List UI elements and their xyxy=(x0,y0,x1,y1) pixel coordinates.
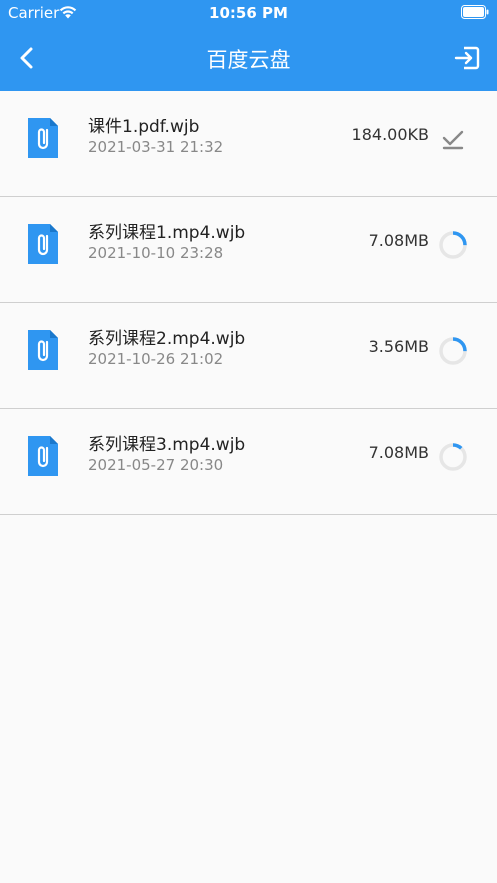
file-row[interactable]: 系列课程1.mp4.wjb 2021-10-10 23:28 7.08MB xyxy=(0,197,497,303)
file-size: 3.56MB xyxy=(368,337,429,356)
file-size: 184.00KB xyxy=(351,125,429,144)
file-attachment-icon xyxy=(28,330,58,370)
progress-spinner-icon xyxy=(439,443,467,471)
file-row[interactable]: 系列课程2.mp4.wjb 2021-10-26 21:02 3.56MB xyxy=(0,303,497,409)
file-name: 系列课程1.mp4.wjb xyxy=(88,223,246,243)
navigation-bar: 百度云盘 xyxy=(0,26,497,91)
app-header: Carrier 10:56 PM 百度云盘 xyxy=(0,0,497,91)
file-name: 系列课程3.mp4.wjb xyxy=(88,435,246,455)
exit-button[interactable] xyxy=(451,42,483,74)
file-size: 7.08MB xyxy=(368,231,429,250)
file-name: 系列课程2.mp4.wjb xyxy=(88,329,246,349)
file-list: 课件1.pdf.wjb 2021-03-31 21:32 184.00KB 系列… xyxy=(0,91,497,515)
file-attachment-icon xyxy=(28,118,58,158)
page-title: 百度云盘 xyxy=(206,48,291,72)
battery-icon xyxy=(461,5,489,19)
checkmark-icon xyxy=(442,130,464,150)
file-date: 2021-10-10 23:28 xyxy=(88,244,224,262)
file-date: 2021-05-27 20:30 xyxy=(88,456,224,474)
file-row[interactable]: 系列课程3.mp4.wjb 2021-05-27 20:30 7.08MB xyxy=(0,409,497,515)
status-bar: Carrier 10:56 PM xyxy=(0,0,497,26)
progress-spinner-icon xyxy=(439,337,467,365)
app-root: Carrier 10:56 PM 百度云盘 课件1.pdf.wjb 2021-0… xyxy=(0,0,497,883)
file-attachment-icon xyxy=(28,224,58,264)
file-date: 2021-03-31 21:32 xyxy=(88,138,224,156)
file-date: 2021-10-26 21:02 xyxy=(88,350,224,368)
file-row[interactable]: 课件1.pdf.wjb 2021-03-31 21:32 184.00KB xyxy=(0,91,497,197)
progress-spinner-icon xyxy=(439,231,467,259)
file-name: 课件1.pdf.wjb xyxy=(88,117,200,137)
status-time: 10:56 PM xyxy=(209,4,288,22)
file-size: 7.08MB xyxy=(368,443,429,462)
file-attachment-icon xyxy=(28,436,58,476)
